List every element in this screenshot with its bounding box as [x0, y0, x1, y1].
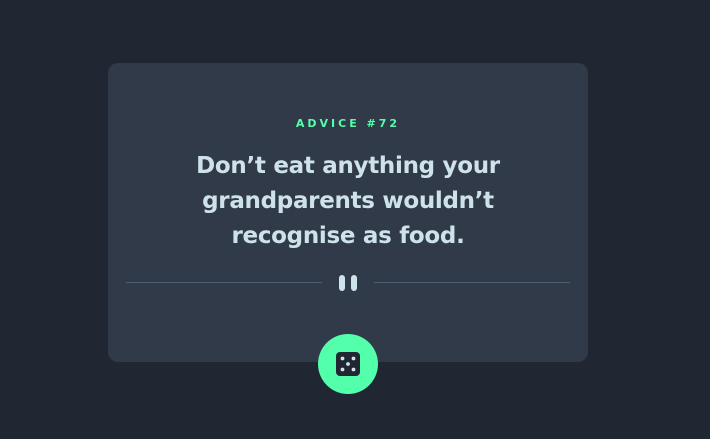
dice-icon — [336, 352, 360, 376]
new-advice-button[interactable] — [318, 334, 378, 394]
divider-line-left — [126, 282, 322, 283]
pause-bar-right — [351, 275, 357, 291]
divider — [126, 272, 570, 292]
advice-quote: Don’t eat anything your grandparents wou… — [196, 153, 500, 249]
advice-card: ADVICE #72 Don’t eat anything your grand… — [108, 63, 588, 362]
divider-line-right — [374, 282, 570, 283]
pause-bar-left — [339, 275, 345, 291]
pause-icon — [338, 275, 358, 291]
advice-id-label: ADVICE #72 — [295, 117, 401, 130]
